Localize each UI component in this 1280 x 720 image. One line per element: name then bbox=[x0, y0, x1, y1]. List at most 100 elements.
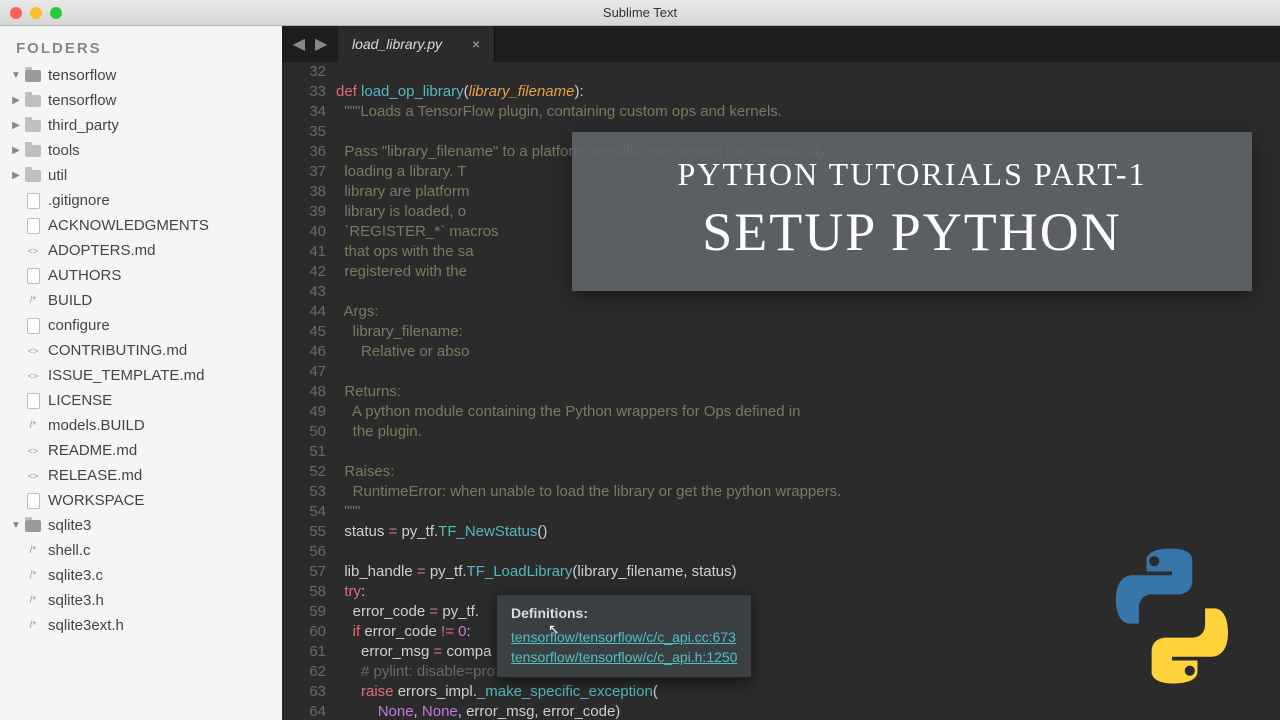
editor-pane: ◀ ▶ load_library.py × 323334353637383940… bbox=[282, 26, 1280, 720]
markdown-file-icon bbox=[24, 442, 42, 460]
file-icon bbox=[24, 492, 42, 510]
folder-item[interactable]: ▶tensorflow bbox=[6, 88, 276, 113]
code-line[interactable]: Relative or abso bbox=[336, 342, 1280, 362]
folder-item[interactable]: ▼tensorflow bbox=[6, 63, 276, 88]
twisty-icon[interactable]: ▶ bbox=[10, 170, 22, 181]
code-line[interactable]: """ bbox=[336, 502, 1280, 522]
file-item[interactable]: models.BUILD bbox=[6, 413, 276, 438]
markdown-file-icon bbox=[24, 242, 42, 260]
twisty-icon[interactable]: ▶ bbox=[10, 120, 22, 131]
item-label: WORKSPACE bbox=[48, 492, 144, 509]
file-item[interactable]: shell.c bbox=[6, 538, 276, 563]
folder-icon bbox=[24, 92, 42, 110]
item-label: LICENSE bbox=[48, 392, 112, 409]
code-line[interactable]: status = py_tf.TF_NewStatus() bbox=[336, 522, 1280, 542]
line-number: 51 bbox=[282, 442, 326, 462]
file-item[interactable]: LICENSE bbox=[6, 388, 276, 413]
file-item[interactable]: BUILD bbox=[6, 288, 276, 313]
item-label: sqlite3.h bbox=[48, 592, 104, 609]
code-line[interactable] bbox=[336, 442, 1280, 462]
file-item[interactable]: README.md bbox=[6, 438, 276, 463]
line-number: 56 bbox=[282, 542, 326, 562]
item-label: sqlite3.c bbox=[48, 567, 103, 584]
twisty-icon[interactable]: ▼ bbox=[10, 70, 22, 81]
code-line[interactable]: the plugin. bbox=[336, 422, 1280, 442]
code-line[interactable]: None, None, error_msg, error_code) bbox=[336, 702, 1280, 720]
file-item[interactable]: sqlite3.h bbox=[6, 588, 276, 613]
item-label: util bbox=[48, 167, 67, 184]
file-item[interactable]: CONTRIBUTING.md bbox=[6, 338, 276, 363]
item-label: RELEASE.md bbox=[48, 467, 142, 484]
line-number: 36 bbox=[282, 142, 326, 162]
code-line[interactable] bbox=[336, 362, 1280, 382]
file-item[interactable]: .gitignore bbox=[6, 188, 276, 213]
nav-forward-icon[interactable]: ▶ bbox=[315, 34, 327, 54]
code-line[interactable]: Args: bbox=[336, 302, 1280, 322]
definition-link[interactable]: tensorflow/tensorflow/c/c_api.cc:673 bbox=[511, 627, 737, 647]
file-item[interactable]: sqlite3ext.h bbox=[6, 613, 276, 638]
source-file-icon bbox=[24, 567, 42, 585]
twisty-icon[interactable]: ▼ bbox=[10, 520, 22, 531]
nav-back-icon[interactable]: ◀ bbox=[293, 34, 305, 54]
folder-icon bbox=[24, 142, 42, 160]
tutorial-title-card: PYTHON TUTORIALS PART-1 SETUP PYTHON bbox=[572, 132, 1252, 291]
folder-item[interactable]: ▼sqlite3 bbox=[6, 513, 276, 538]
line-number: 57 bbox=[282, 562, 326, 582]
close-tab-icon[interactable]: × bbox=[472, 36, 480, 52]
file-item[interactable]: sqlite3.c bbox=[6, 563, 276, 588]
file-item[interactable]: RELEASE.md bbox=[6, 463, 276, 488]
code-line[interactable]: RuntimeError: when unable to load the li… bbox=[336, 482, 1280, 502]
line-number: 44 bbox=[282, 302, 326, 322]
item-label: ISSUE_TEMPLATE.md bbox=[48, 367, 204, 384]
line-number: 38 bbox=[282, 182, 326, 202]
line-number: 63 bbox=[282, 682, 326, 702]
code-line[interactable]: """Loads a TensorFlow plugin, containing… bbox=[336, 102, 1280, 122]
maximize-window-button[interactable] bbox=[50, 7, 62, 19]
sidebar-header: FOLDERS bbox=[0, 26, 282, 63]
item-label: sqlite3ext.h bbox=[48, 617, 124, 634]
file-icon bbox=[24, 317, 42, 335]
twisty-icon[interactable]: ▶ bbox=[10, 145, 22, 156]
folder-item[interactable]: ▶third_party bbox=[6, 113, 276, 138]
window-titlebar: Sublime Text bbox=[0, 0, 1280, 26]
file-item[interactable]: WORKSPACE bbox=[6, 488, 276, 513]
code-line[interactable]: def load_op_library(library_filename): bbox=[336, 82, 1280, 102]
folder-item[interactable]: ▶ util bbox=[6, 163, 276, 188]
item-label: .gitignore bbox=[48, 192, 110, 209]
code-line[interactable] bbox=[336, 62, 1280, 82]
minimize-window-button[interactable] bbox=[30, 7, 42, 19]
close-window-button[interactable] bbox=[10, 7, 22, 19]
line-number: 42 bbox=[282, 262, 326, 282]
line-number: 62 bbox=[282, 662, 326, 682]
item-label: ADOPTERS.md bbox=[48, 242, 156, 259]
code-line[interactable]: Raises: bbox=[336, 462, 1280, 482]
line-number-gutter: 3233343536373839404142434445464748495051… bbox=[282, 62, 336, 720]
twisty-icon[interactable]: ▶ bbox=[10, 95, 22, 106]
markdown-file-icon bbox=[24, 342, 42, 360]
line-number: 53 bbox=[282, 482, 326, 502]
folder-icon bbox=[24, 517, 42, 535]
code-line[interactable]: Returns: bbox=[336, 382, 1280, 402]
file-item[interactable]: configure bbox=[6, 313, 276, 338]
file-item[interactable]: ISSUE_TEMPLATE.md bbox=[6, 363, 276, 388]
folder-item[interactable]: ▶tools bbox=[6, 138, 276, 163]
folder-tree: ▼tensorflow▶tensorflow▶third_party▶tools… bbox=[0, 63, 282, 648]
file-item[interactable]: AUTHORS bbox=[6, 263, 276, 288]
definition-link[interactable]: tensorflow/tensorflow/c/c_api.h:1250 bbox=[511, 647, 737, 667]
tutorial-title: SETUP PYTHON bbox=[606, 201, 1218, 263]
code-line[interactable]: library_filename: bbox=[336, 322, 1280, 342]
tab-bar: ◀ ▶ load_library.py × bbox=[282, 26, 1280, 62]
markdown-file-icon bbox=[24, 467, 42, 485]
line-number: 52 bbox=[282, 462, 326, 482]
item-label: ACKNOWLEDGMENTS bbox=[48, 217, 209, 234]
file-item[interactable]: ACKNOWLEDGMENTS bbox=[6, 213, 276, 238]
file-tab[interactable]: load_library.py × bbox=[338, 26, 495, 62]
file-item[interactable]: ADOPTERS.md bbox=[6, 238, 276, 263]
line-number: 54 bbox=[282, 502, 326, 522]
line-number: 58 bbox=[282, 582, 326, 602]
line-number: 46 bbox=[282, 342, 326, 362]
line-number: 50 bbox=[282, 422, 326, 442]
code-line[interactable]: A python module containing the Python wr… bbox=[336, 402, 1280, 422]
line-number: 60 bbox=[282, 622, 326, 642]
source-file-icon bbox=[24, 292, 42, 310]
